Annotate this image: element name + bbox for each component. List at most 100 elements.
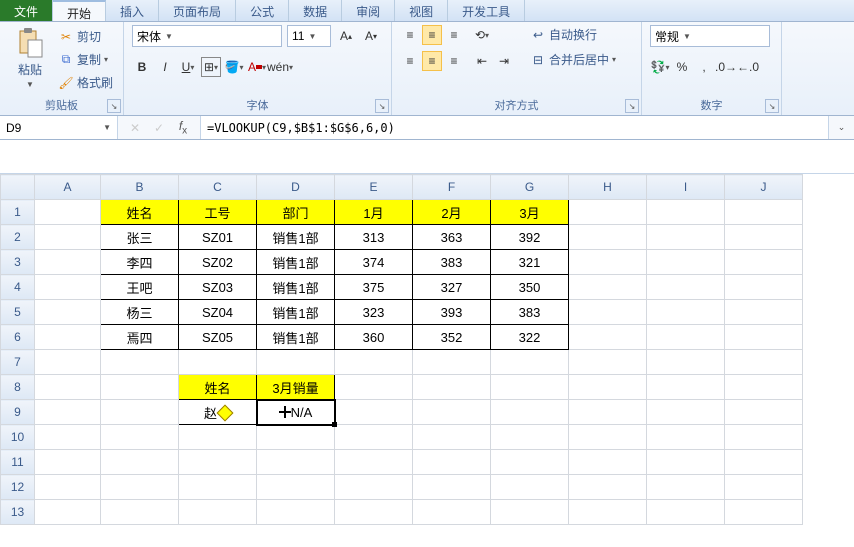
cell-C2[interactable]: SZ01 xyxy=(179,225,257,250)
tab-view[interactable]: 视图 xyxy=(395,0,448,21)
font-size-combo[interactable]: 11▼ xyxy=(287,25,331,47)
cell-H11[interactable] xyxy=(569,450,647,475)
cell-G11[interactable] xyxy=(491,450,569,475)
cell-H10[interactable] xyxy=(569,425,647,450)
cell-D2[interactable]: 销售1部 xyxy=(257,225,335,250)
cell-H5[interactable] xyxy=(569,300,647,325)
shrink-font-button[interactable]: A▾ xyxy=(361,26,381,46)
col-header-E[interactable]: E xyxy=(335,175,413,200)
cell-H9[interactable] xyxy=(569,400,647,425)
dialog-launcher[interactable]: ↘ xyxy=(765,99,779,113)
cell-E8[interactable] xyxy=(335,375,413,400)
row-header-7[interactable]: 7 xyxy=(1,350,35,375)
cell-G10[interactable] xyxy=(491,425,569,450)
cell-I7[interactable] xyxy=(647,350,725,375)
cell-A4[interactable] xyxy=(35,275,101,300)
cell-H4[interactable] xyxy=(569,275,647,300)
cell-I11[interactable] xyxy=(647,450,725,475)
align-top-button[interactable]: ≡ xyxy=(400,25,420,45)
cell-C3[interactable]: SZ02 xyxy=(179,250,257,275)
select-all-corner[interactable] xyxy=(1,175,35,200)
cell-E6[interactable]: 360 xyxy=(335,325,413,350)
cell-J11[interactable] xyxy=(725,450,803,475)
tab-data[interactable]: 数据 xyxy=(289,0,342,21)
row-header-2[interactable]: 2 xyxy=(1,225,35,250)
cell-B11[interactable] xyxy=(101,450,179,475)
name-box[interactable]: D9▼ xyxy=(0,116,118,139)
cell-A5[interactable] xyxy=(35,300,101,325)
cell-B9[interactable] xyxy=(101,400,179,425)
align-left-button[interactable]: ≡ xyxy=(400,51,420,71)
cell-J2[interactable] xyxy=(725,225,803,250)
cell-G2[interactable]: 392 xyxy=(491,225,569,250)
increase-decimal-button[interactable]: .0→ xyxy=(716,57,736,77)
cell-I1[interactable] xyxy=(647,200,725,225)
cell-D9[interactable]: N/A xyxy=(257,400,335,425)
dialog-launcher[interactable]: ↘ xyxy=(375,99,389,113)
cell-G9[interactable] xyxy=(491,400,569,425)
expand-formula-bar-button[interactable]: ⌄ xyxy=(828,116,854,139)
indent-increase-button[interactable]: ⇥ xyxy=(494,51,514,71)
row-header-3[interactable]: 3 xyxy=(1,250,35,275)
error-indicator-icon[interactable] xyxy=(217,404,234,421)
cell-I3[interactable] xyxy=(647,250,725,275)
cell-H8[interactable] xyxy=(569,375,647,400)
tab-file[interactable]: 文件 xyxy=(0,0,53,21)
percent-button[interactable]: % xyxy=(672,57,692,77)
cell-B3[interactable]: 李四 xyxy=(101,250,179,275)
align-bottom-button[interactable]: ≡ xyxy=(444,25,464,45)
cell-F5[interactable]: 393 xyxy=(413,300,491,325)
cell-C12[interactable] xyxy=(179,475,257,500)
align-center-button[interactable]: ≡ xyxy=(422,51,442,71)
cell-A6[interactable] xyxy=(35,325,101,350)
cell-I2[interactable] xyxy=(647,225,725,250)
cell-A7[interactable] xyxy=(35,350,101,375)
cell-I6[interactable] xyxy=(647,325,725,350)
cell-C5[interactable]: SZ04 xyxy=(179,300,257,325)
cell-I5[interactable] xyxy=(647,300,725,325)
cell-A11[interactable] xyxy=(35,450,101,475)
cell-J7[interactable] xyxy=(725,350,803,375)
row-header-4[interactable]: 4 xyxy=(1,275,35,300)
cell-G6[interactable]: 322 xyxy=(491,325,569,350)
cell-D8[interactable]: 3月销量 xyxy=(257,375,335,400)
cell-J12[interactable] xyxy=(725,475,803,500)
cell-E11[interactable] xyxy=(335,450,413,475)
cell-H2[interactable] xyxy=(569,225,647,250)
cell-D3[interactable]: 销售1部 xyxy=(257,250,335,275)
cell-G5[interactable]: 383 xyxy=(491,300,569,325)
cell-H12[interactable] xyxy=(569,475,647,500)
row-header-1[interactable]: 1 xyxy=(1,200,35,225)
align-middle-button[interactable]: ≡ xyxy=(422,25,442,45)
cell-J4[interactable] xyxy=(725,275,803,300)
cell-D12[interactable] xyxy=(257,475,335,500)
font-color-button[interactable]: A▾ xyxy=(247,57,267,77)
cell-I13[interactable] xyxy=(647,500,725,525)
cell-H13[interactable] xyxy=(569,500,647,525)
cell-E7[interactable] xyxy=(335,350,413,375)
cell-F10[interactable] xyxy=(413,425,491,450)
fill-color-button[interactable]: 🪣▾ xyxy=(224,57,244,77)
cell-D11[interactable] xyxy=(257,450,335,475)
row-header-12[interactable]: 12 xyxy=(1,475,35,500)
merge-center-button[interactable]: ⊟合并后居中▾ xyxy=(528,50,618,69)
number-format-combo[interactable]: 常规▼ xyxy=(650,25,770,47)
grid[interactable]: ABCDEFGHIJ1姓名工号部门1月2月3月2张三SZ01销售1部313363… xyxy=(0,174,803,525)
font-family-combo[interactable]: 宋体▼ xyxy=(132,25,282,47)
fx-button[interactable]: fx xyxy=(174,119,192,136)
cell-J9[interactable] xyxy=(725,400,803,425)
cell-J6[interactable] xyxy=(725,325,803,350)
cell-C13[interactable] xyxy=(179,500,257,525)
col-header-B[interactable]: B xyxy=(101,175,179,200)
grow-font-button[interactable]: A▴ xyxy=(336,26,356,46)
row-header-13[interactable]: 13 xyxy=(1,500,35,525)
cell-B7[interactable] xyxy=(101,350,179,375)
cell-B4[interactable]: 王吧 xyxy=(101,275,179,300)
cell-C10[interactable] xyxy=(179,425,257,450)
cell-F1[interactable]: 2月 xyxy=(413,200,491,225)
cell-A12[interactable] xyxy=(35,475,101,500)
formula-input[interactable]: =VLOOKUP(C9,$B$1:$G$6,6,0) xyxy=(201,116,828,139)
tab-home[interactable]: 开始 xyxy=(53,0,106,21)
cell-A3[interactable] xyxy=(35,250,101,275)
cancel-formula-button[interactable]: ✕ xyxy=(126,121,144,135)
